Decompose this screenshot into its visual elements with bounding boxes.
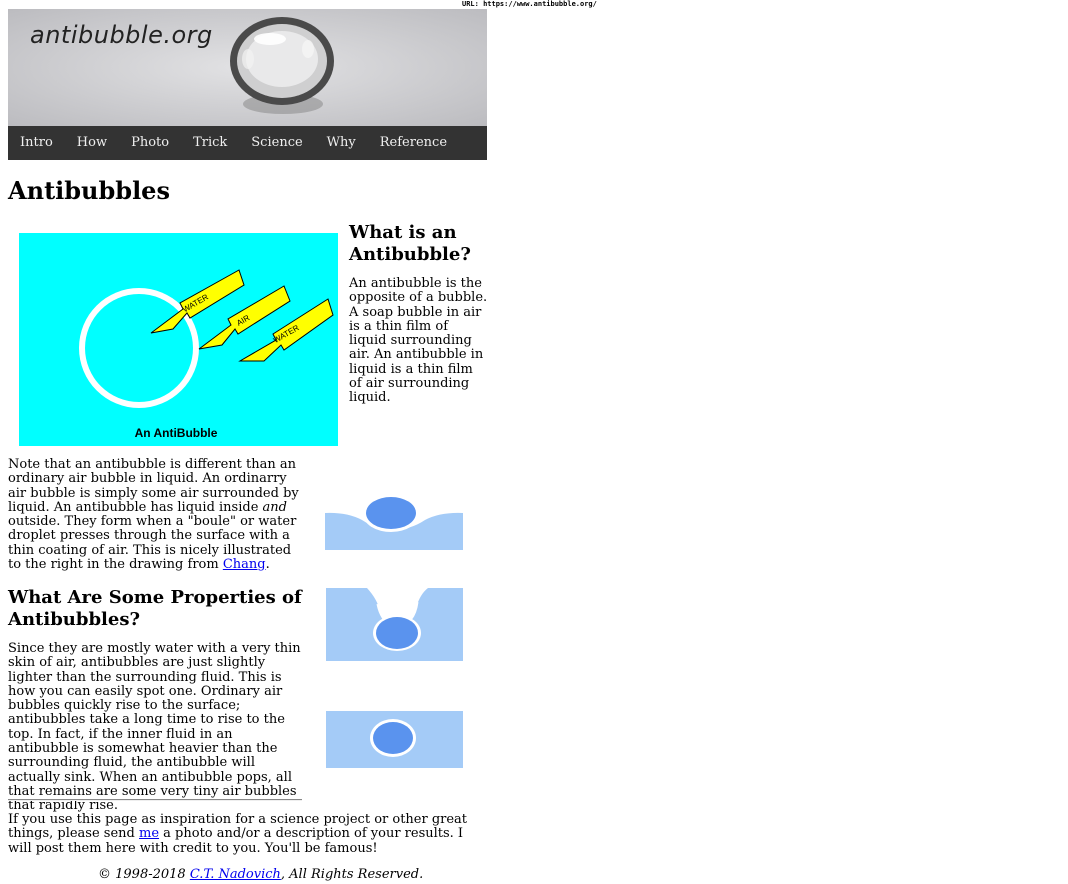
droplet-1	[366, 497, 416, 529]
chang-link[interactable]: Chang	[223, 557, 266, 572]
footer: © 1998-2018 C.T. Nadovich, All Rights Re…	[98, 867, 424, 882]
divider	[8, 799, 302, 801]
properties-heading: What Are Some Properties of Antibubbles?	[8, 587, 302, 630]
nav-trick[interactable]: Trick	[193, 136, 227, 150]
droplet-2	[376, 617, 418, 649]
nav-intro[interactable]: Intro	[20, 136, 53, 150]
nav-science[interactable]: Science	[251, 136, 302, 150]
url-line: URL: https://www.antibubble.org/	[462, 0, 597, 9]
diagram-caption: An AntiBubble	[135, 426, 218, 440]
page-url: https://www.antibubble.org/	[483, 0, 597, 8]
note-emphasis: and	[262, 499, 287, 515]
note-text-1: Note that an antibubble is different tha…	[8, 457, 299, 515]
note-paragraph: Note that an antibubble is different tha…	[8, 457, 303, 573]
properties-text: Since they are mostly water with a very …	[8, 641, 301, 814]
what-is-section: What is an Antibubble? An antibubble is …	[349, 222, 489, 406]
nav-how[interactable]: How	[77, 136, 107, 150]
nav-photo[interactable]: Photo	[131, 136, 169, 150]
antibubble-diagram: WATER AIR WATER An AntiBubble	[19, 233, 338, 446]
copyright-text: © 1998-2018	[98, 867, 190, 882]
what-is-heading: What is an Antibubble?	[349, 222, 471, 265]
url-label: URL:	[462, 0, 479, 8]
antibubble-inner	[85, 294, 193, 402]
what-is-text: An antibubble is the opposite of a bubbl…	[349, 276, 488, 406]
properties-section: What Are Some Properties of Antibubbles?…	[8, 587, 306, 814]
header-banner: antibubble.org	[8, 9, 487, 126]
nav-reference[interactable]: Reference	[380, 136, 447, 150]
main-nav: Intro How Photo Trick Science Why Refere…	[8, 126, 487, 160]
author-link[interactable]: C.T. Nadovich	[190, 867, 281, 882]
site-logo[interactable]: antibubble.org	[30, 21, 213, 49]
nav-why[interactable]: Why	[327, 136, 356, 150]
rights-text: , All Rights Reserved.	[280, 867, 424, 882]
formation-drawing	[325, 496, 463, 768]
droplet-3	[373, 722, 413, 754]
inspiration-note: If you use this page as inspiration for …	[8, 812, 488, 856]
page-title: Antibubbles	[8, 176, 170, 205]
note-text-end: .	[265, 557, 270, 573]
contact-me-link[interactable]: me	[139, 826, 159, 841]
